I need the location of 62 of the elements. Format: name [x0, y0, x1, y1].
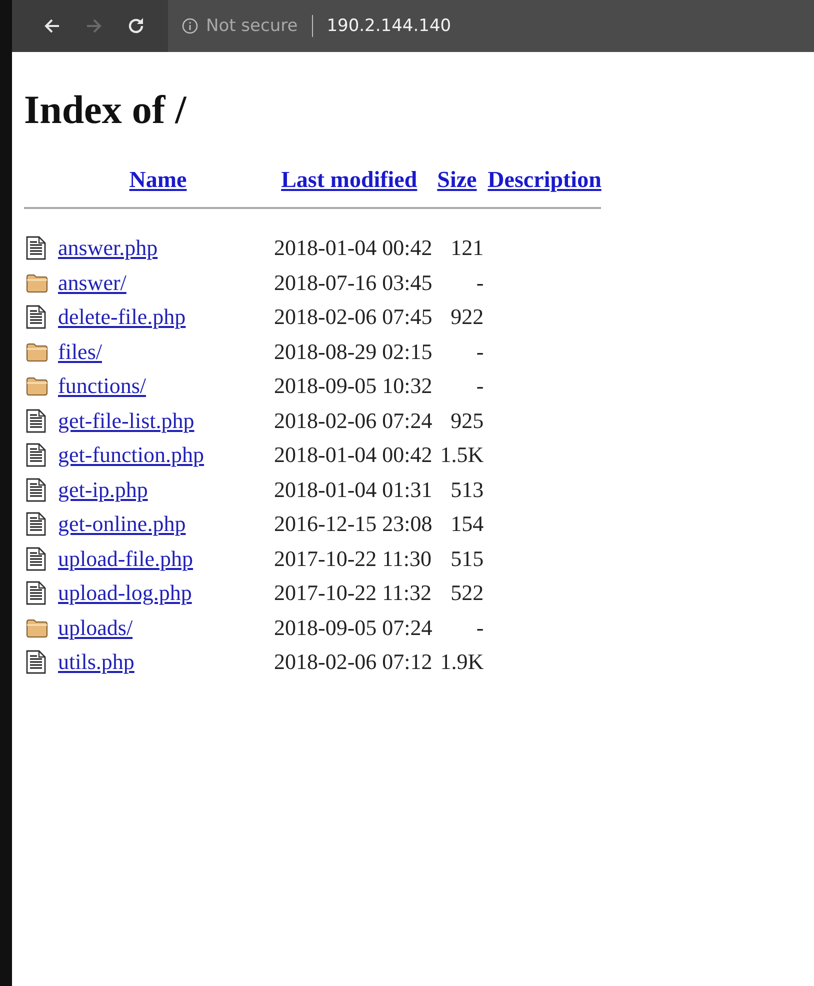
info-icon[interactable]: [182, 18, 198, 34]
file-link[interactable]: answer/: [58, 270, 126, 295]
address-bar[interactable]: Not secure 190.2.144.140: [168, 0, 814, 52]
file-link[interactable]: delete-file.php: [58, 304, 186, 330]
folder-icon: [26, 375, 48, 398]
url-text: 190.2.144.140: [326, 16, 452, 36]
modified-date: 2018-01-04 01:31: [273, 476, 432, 504]
column-header-link[interactable]: Description: [488, 167, 602, 192]
modified-date: 2018-09-05 07:24: [273, 614, 432, 642]
file-size: 1.5K: [439, 441, 485, 470]
modified-date: 2017-10-22 11:30: [273, 544, 432, 573]
column-header-link[interactable]: Size: [437, 167, 477, 192]
file-size: 922: [450, 303, 485, 332]
document-icon: [26, 650, 46, 674]
file-size: 121: [450, 234, 485, 262]
modified-date: 2018-02-06 07:24: [273, 406, 432, 435]
modified-date: 2018-09-05 10:32: [273, 372, 432, 400]
file-size: 515: [450, 544, 485, 573]
document-icon: [26, 408, 46, 433]
file-size: 154: [450, 510, 485, 538]
file-size: 1.9K: [439, 648, 485, 676]
file-size: 925: [450, 406, 485, 435]
modified-date: 2018-01-04 00:42: [273, 234, 432, 262]
page-heading: Index of /: [24, 86, 188, 133]
file-link[interactable]: upload-log.php: [58, 580, 192, 606]
modified-date: 2018-07-16 03:45: [273, 268, 432, 297]
document-icon: [26, 443, 46, 468]
column-header-link[interactable]: Last modified: [281, 167, 418, 192]
document-icon: [26, 478, 46, 502]
security-label: Not secure: [206, 16, 298, 36]
file-link[interactable]: upload-file.php: [58, 546, 194, 571]
document-icon: [26, 581, 46, 606]
folder-icon: [26, 272, 48, 294]
file-size: -: [475, 372, 485, 400]
file-size: -: [475, 614, 485, 642]
file-link[interactable]: functions/: [58, 373, 146, 398]
file-link[interactable]: get-ip.php: [58, 476, 148, 502]
reload-icon[interactable]: [126, 16, 146, 36]
file-link[interactable]: uploads/: [58, 614, 133, 640]
file-link[interactable]: get-file-list.php: [58, 408, 194, 433]
file-link[interactable]: utils.php: [58, 649, 134, 674]
modified-date: 2018-02-06 07:45: [273, 303, 432, 332]
document-icon: [26, 305, 46, 330]
modified-date: 2018-01-04 00:42: [273, 441, 432, 470]
file-size: -: [475, 268, 485, 297]
modified-date: 2018-02-06 07:12: [273, 648, 432, 676]
file-link[interactable]: files/: [58, 338, 102, 364]
file-size: -: [475, 338, 485, 366]
file-link[interactable]: get-online.php: [58, 511, 186, 536]
column-header-link[interactable]: Name: [129, 167, 187, 192]
file-size: 522: [450, 579, 485, 608]
document-icon: [26, 546, 46, 571]
file-size: 513: [450, 476, 485, 504]
file-link[interactable]: answer.php: [58, 235, 158, 260]
modified-date: 2018-08-29 02:15: [273, 338, 432, 366]
folder-icon: [26, 616, 48, 639]
document-icon: [26, 512, 46, 536]
document-icon: [26, 236, 46, 260]
folder-icon: [26, 340, 48, 363]
modified-date: 2016-12-15 23:08: [273, 510, 432, 538]
file-link[interactable]: get-function.php: [58, 442, 204, 468]
modified-date: 2017-10-22 11:32: [273, 579, 432, 608]
